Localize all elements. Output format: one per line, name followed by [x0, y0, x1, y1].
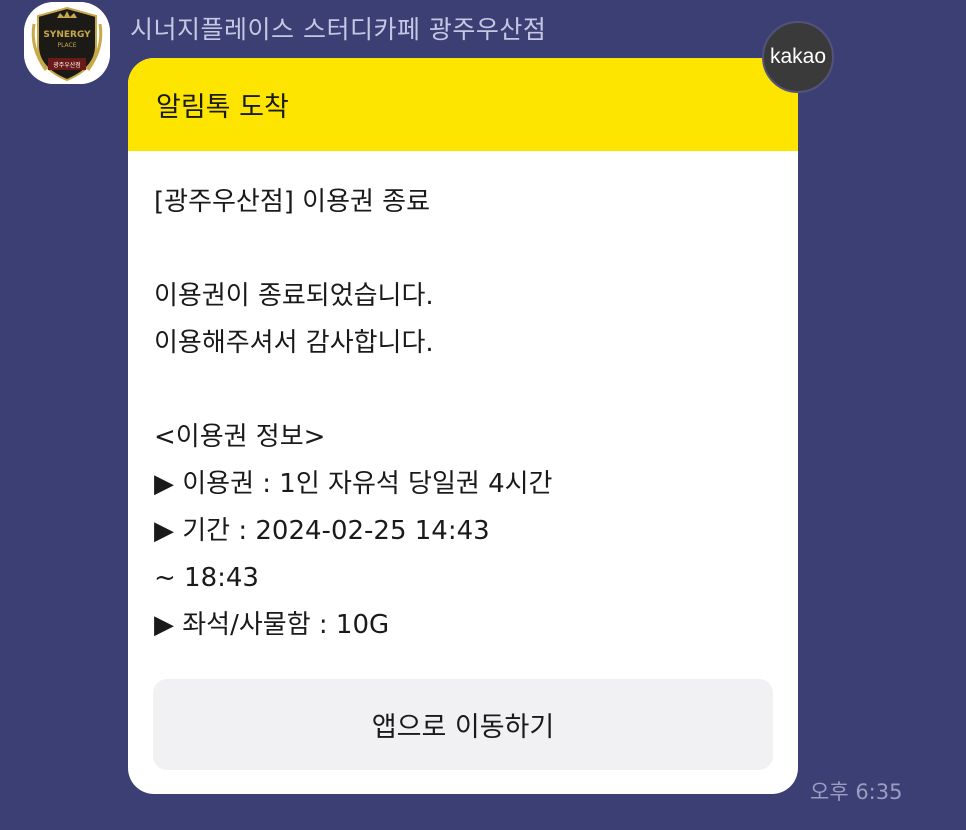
channel-avatar[interactable]: SYNERGY PLACE 광주우산점 [24, 2, 110, 84]
sender-name: 시너지플레이스 스터디카페 광주우산점 [130, 15, 547, 44]
message-header: 알림톡 도착 [128, 58, 798, 151]
message-line-period-end: ~ 18:43 [154, 563, 259, 593]
message-line: 이용해주셔서 감사합니다. [154, 328, 434, 358]
message-line: 이용권이 종료되었습니다. [154, 281, 434, 311]
kakao-badge: kakao [762, 21, 834, 93]
svg-text:광주우산점: 광주우산점 [53, 61, 81, 69]
message-line-seat: ▶ 좌석/사물함 : 10G [154, 610, 390, 640]
message-line-info-heading: <이용권 정보> [154, 422, 326, 452]
open-app-button-label: 앱으로 이동하기 [371, 712, 555, 743]
kakao-badge-label: kakao [769, 45, 827, 68]
svg-text:SYNERGY: SYNERGY [43, 30, 91, 40]
message-body: [광주우산점] 이용권 종료 이용권이 종료되었습니다. 이용해주셔서 감사합니… [128, 151, 798, 649]
open-app-button[interactable]: 앱으로 이동하기 [153, 679, 773, 770]
message-line-title: [광주우산점] 이용권 종료 [154, 187, 431, 217]
alimtalk-message-bubble: 알림톡 도착 [광주우산점] 이용권 종료 이용권이 종료되었습니다. 이용해주… [128, 58, 798, 794]
message-timestamp: 오후 6:35 [810, 780, 903, 804]
message-line-ticket: ▶ 이용권 : 1인 자유석 당일권 4시간 [154, 469, 553, 499]
message-line-period: ▶ 기간 : 2024-02-25 14:43 [154, 516, 490, 546]
message-header-title: 알림톡 도착 [156, 92, 289, 123]
synergy-place-logo-icon: SYNERGY PLACE 광주우산점 [24, 2, 110, 84]
svg-text:PLACE: PLACE [57, 42, 76, 49]
